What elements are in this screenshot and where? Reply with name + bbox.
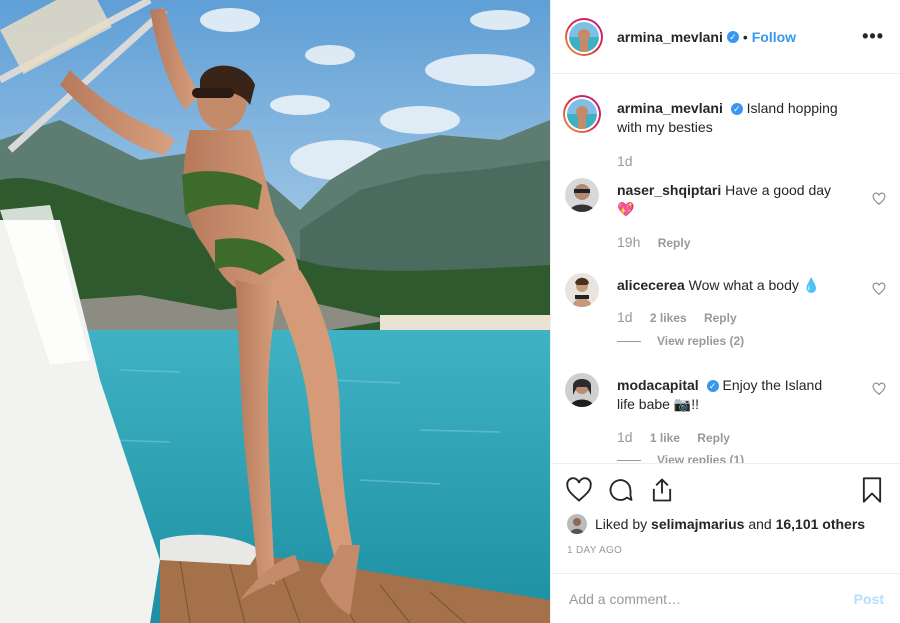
- instagram-post: armina_mevlani ✓ • Follow ••• armina_mev…: [0, 0, 900, 623]
- post-side-panel: armina_mevlani ✓ • Follow ••• armina_mev…: [550, 0, 900, 623]
- comment-time: 19h: [617, 234, 641, 250]
- view-replies-label: View replies (1): [657, 453, 745, 463]
- replies-divider: [617, 460, 641, 462]
- caption-meta: 1d: [617, 153, 647, 169]
- follow-button[interactable]: Follow: [752, 29, 796, 45]
- liked-by-and: and: [748, 516, 772, 532]
- comment-username[interactable]: alicecerea: [617, 277, 685, 293]
- author-username[interactable]: armina_mevlani: [617, 29, 723, 45]
- comment-username[interactable]: modacapital: [617, 377, 699, 393]
- post-photo[interactable]: [0, 0, 550, 623]
- liked-by-user[interactable]: selimajmarius: [651, 516, 744, 532]
- comment-meta: 19h Reply: [617, 234, 704, 250]
- likes-count[interactable]: 16,101 others: [776, 516, 866, 532]
- comment-time: 1d: [617, 309, 633, 325]
- reply-button[interactable]: Reply: [697, 431, 730, 445]
- like-comment-heart-icon[interactable]: [872, 382, 886, 396]
- view-replies-label: View replies (2): [657, 334, 745, 348]
- author-avatar[interactable]: [565, 17, 603, 56]
- liked-by-row[interactable]: Liked by selimajmarius and 16,101 others: [567, 514, 865, 534]
- like-comment-heart-icon[interactable]: [872, 192, 886, 206]
- reply-button[interactable]: Reply: [658, 236, 691, 250]
- post-header: armina_mevlani ✓ • Follow •••: [551, 0, 900, 74]
- heart-icon[interactable]: [565, 476, 593, 504]
- comment-text: naser_shqiptari Have a good day 💖: [617, 181, 842, 219]
- comment-input[interactable]: [567, 589, 854, 608]
- comment-text: modacapital ✓ Enjoy the Island life babe…: [617, 376, 842, 414]
- post-comment-button[interactable]: Post: [854, 591, 884, 607]
- verified-badge-icon: ✓: [730, 103, 743, 116]
- commenter-avatar[interactable]: [565, 178, 599, 212]
- comment-username[interactable]: naser_shqiptari: [617, 182, 721, 198]
- verified-badge-icon: ✓: [706, 380, 719, 393]
- comment-time: 1d: [617, 429, 633, 445]
- comment-likes-count[interactable]: 1 like: [650, 431, 680, 445]
- bookmark-icon[interactable]: [858, 476, 886, 504]
- comments-list[interactable]: armina_mevlani ✓ Island hopping with my …: [551, 75, 900, 463]
- commenter-avatar[interactable]: [565, 373, 599, 407]
- add-comment-bar: Post: [551, 573, 900, 623]
- share-icon[interactable]: [648, 476, 676, 504]
- replies-divider: [617, 341, 641, 343]
- caption-avatar[interactable]: [563, 95, 601, 133]
- verified-badge-icon: ✓: [726, 30, 739, 43]
- comment-meta: 1d 2 likes Reply: [617, 309, 751, 325]
- commenter-avatar[interactable]: [565, 273, 599, 307]
- view-replies-button[interactable]: View replies (1): [617, 453, 744, 463]
- caption-text: armina_mevlani ✓ Island hopping with my …: [617, 99, 842, 137]
- comment-meta: 1d 1 like Reply: [617, 429, 744, 445]
- view-replies-button[interactable]: View replies (2): [617, 334, 744, 348]
- separator-dot: •: [742, 28, 748, 45]
- more-icon[interactable]: •••: [862, 26, 884, 47]
- comment-body: Wow what a body 💧: [688, 277, 821, 293]
- caption-username[interactable]: armina_mevlani: [617, 100, 723, 116]
- liked-by-prefix: Liked by: [595, 516, 648, 532]
- comment-text: alicecerea Wow what a body 💧: [617, 276, 842, 295]
- liker-avatar[interactable]: [567, 514, 587, 534]
- reply-button[interactable]: Reply: [704, 311, 737, 325]
- like-comment-heart-icon[interactable]: [872, 282, 886, 296]
- post-actions: Liked by selimajmarius and 16,101 others…: [551, 463, 900, 574]
- caption-time: 1d: [617, 153, 633, 169]
- comment-likes-count[interactable]: 2 likes: [650, 311, 687, 325]
- post-time-ago: 1 DAY AGO: [567, 545, 623, 556]
- comment-icon[interactable]: [607, 476, 635, 504]
